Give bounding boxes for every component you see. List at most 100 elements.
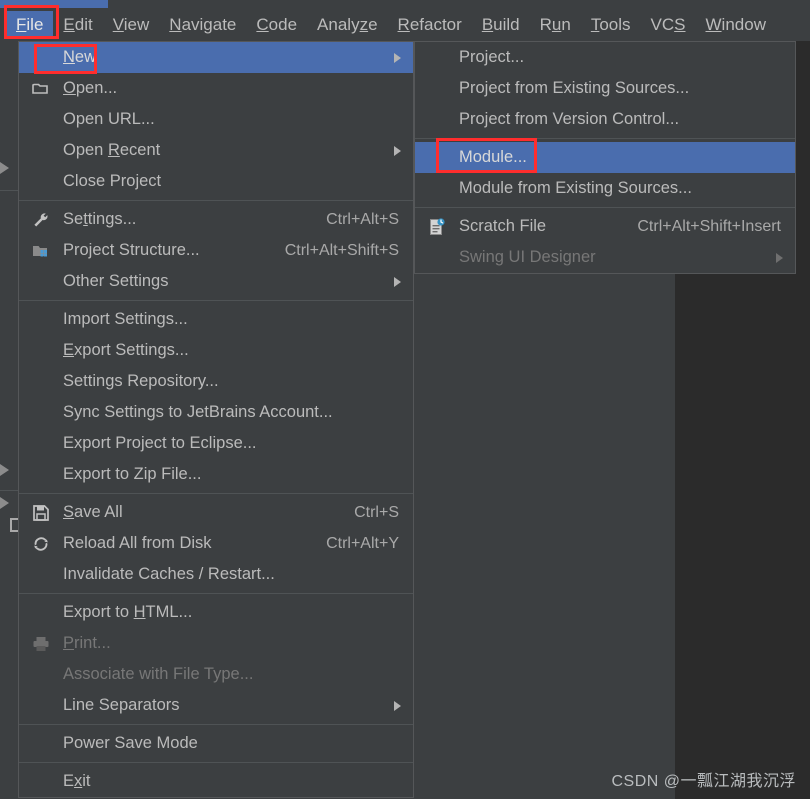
menu-item-shortcut: Ctrl+Alt+Shift+Insert bbox=[637, 217, 781, 235]
menu-item-label: VCS bbox=[650, 14, 686, 34]
menu-item-open[interactable]: Open... bbox=[19, 73, 413, 104]
menubar-item-build[interactable]: Build bbox=[472, 11, 530, 39]
file-menu-popup[interactable]: New Open... Open URL... Open Recent Close Pr… bbox=[18, 41, 414, 798]
menubar-item-refactor[interactable]: Refactor bbox=[388, 11, 472, 39]
menu-item-open-recent[interactable]: Open Recent bbox=[19, 135, 413, 166]
menu-item-label: Associate with File Type... bbox=[63, 665, 254, 683]
menu-item-label: Export to HTML... bbox=[63, 603, 193, 621]
menubar-item-code[interactable]: Code bbox=[246, 11, 307, 39]
menu-item-shortcut: Ctrl+Alt+Y bbox=[326, 534, 399, 552]
menu-separator bbox=[19, 593, 413, 594]
menu-item-label: Module... bbox=[459, 148, 527, 166]
menu-separator bbox=[19, 762, 413, 763]
menu-item-close-project[interactable]: Close Project bbox=[19, 166, 413, 197]
menu-item-shortcut: Ctrl+Alt+Shift+S bbox=[284, 241, 399, 259]
menubar-item-tools[interactable]: Tools bbox=[581, 11, 641, 39]
folder-icon bbox=[31, 79, 51, 99]
menu-item-label: Power Save Mode bbox=[63, 734, 198, 752]
menu-item-shortcut: Ctrl+S bbox=[354, 503, 399, 521]
menubar-item-analyze[interactable]: Analyze bbox=[307, 11, 388, 39]
menu-item-open-url[interactable]: Open URL... bbox=[19, 104, 413, 135]
menu-item-label: Project from Version Control... bbox=[459, 110, 680, 128]
toolbar-strip bbox=[0, 0, 810, 8]
menu-item-project-structure[interactable]: Project Structure... Ctrl+Alt+Shift+S bbox=[19, 235, 413, 266]
menu-item-label: Sync Settings to JetBrains Account... bbox=[63, 403, 333, 421]
menu-item-label: Scratch File bbox=[459, 217, 547, 235]
menu-item-export-to-html[interactable]: Export to HTML... bbox=[19, 597, 413, 628]
menu-separator bbox=[19, 300, 413, 301]
menu-item-label: Swing UI Designer bbox=[459, 248, 596, 266]
menu-item-label: Line Separators bbox=[63, 696, 180, 714]
menu-item-power-save-mode[interactable]: Power Save Mode bbox=[19, 728, 413, 759]
menu-separator bbox=[19, 724, 413, 725]
scratch-file-icon bbox=[427, 217, 447, 237]
ide-window: File Edit View Navigate Code Analyze Refactor B… bbox=[0, 0, 810, 799]
menubar-item-run[interactable]: Run bbox=[530, 11, 581, 39]
new-submenu-popup[interactable]: Project... Project from Existing Sources.… bbox=[414, 41, 796, 274]
menu-item-label: Import Settings... bbox=[63, 310, 188, 328]
menu-item-swing-ui-designer: Swing UI Designer bbox=[415, 242, 795, 273]
menu-item-label: Open URL... bbox=[63, 110, 155, 128]
menu-item-sync-settings-to-jetbrains-account[interactable]: Sync Settings to JetBrains Account... bbox=[19, 397, 413, 428]
menu-item-label: Run bbox=[539, 14, 571, 34]
menu-item-label: Settings... bbox=[63, 210, 137, 228]
menu-item-label: Tools bbox=[590, 14, 631, 34]
menu-item-label: Build bbox=[481, 14, 520, 34]
menubar-item-file[interactable]: File bbox=[6, 10, 54, 39]
menu-item-scratch-file[interactable]: Scratch File Ctrl+Alt+Shift+Insert bbox=[415, 211, 795, 242]
menu-item-label: Export Settings... bbox=[63, 341, 189, 359]
menu-item-label: Export to Zip File... bbox=[63, 465, 202, 483]
menu-item-label: Print... bbox=[63, 634, 111, 652]
menu-item-export-settings[interactable]: Export Settings... bbox=[19, 335, 413, 366]
chevron-right-icon bbox=[394, 52, 401, 63]
menu-item-label: Project Structure... bbox=[63, 241, 200, 259]
menubar-item-vcs[interactable]: VCS bbox=[641, 11, 696, 39]
chevron-right-icon bbox=[776, 252, 783, 263]
menu-item-export-project-to-eclipse[interactable]: Export Project to Eclipse... bbox=[19, 428, 413, 459]
wrench-icon bbox=[31, 210, 51, 230]
menubar-item-navigate[interactable]: Navigate bbox=[159, 11, 246, 39]
menu-item-settings-repository[interactable]: Settings Repository... bbox=[19, 366, 413, 397]
menu-item-print: Print... bbox=[19, 628, 413, 659]
printer-icon bbox=[31, 634, 51, 654]
menu-item-label: Close Project bbox=[63, 172, 162, 190]
menu-item-label: Project... bbox=[459, 48, 525, 66]
menu-separator bbox=[415, 138, 795, 139]
save-icon bbox=[31, 503, 51, 523]
menubar-item-window[interactable]: Window bbox=[696, 11, 776, 39]
menu-item-label: Code bbox=[256, 14, 298, 34]
menu-item-line-separators[interactable]: Line Separators bbox=[19, 690, 413, 721]
menu-item-label: File bbox=[16, 14, 44, 34]
menu-separator bbox=[19, 493, 413, 494]
reload-icon bbox=[31, 534, 51, 554]
menu-item-import-settings[interactable]: Import Settings... bbox=[19, 304, 413, 335]
menubar-item-view[interactable]: View bbox=[103, 11, 160, 39]
menu-item-label: Exit bbox=[63, 772, 91, 790]
menu-item-settings[interactable]: Settings... Ctrl+Alt+S bbox=[19, 204, 413, 235]
menu-item-reload-all-from-disk[interactable]: Reload All from Disk Ctrl+Alt+Y bbox=[19, 528, 413, 559]
menu-item-exit[interactable]: Exit bbox=[19, 766, 413, 797]
menu-item-project-from-existing-sources[interactable]: Project from Existing Sources... bbox=[415, 73, 795, 104]
menu-separator bbox=[415, 207, 795, 208]
menu-item-label: Project from Existing Sources... bbox=[459, 79, 690, 97]
menu-item-other-settings[interactable]: Other Settings bbox=[19, 266, 413, 297]
menu-item-shortcut: Ctrl+Alt+S bbox=[326, 210, 399, 228]
menu-item-module-from-existing-sources[interactable]: Module from Existing Sources... bbox=[415, 173, 795, 204]
menu-item-label: Refactor bbox=[397, 14, 462, 34]
chevron-right-icon bbox=[394, 145, 401, 156]
menubar-item-edit[interactable]: Edit bbox=[53, 11, 102, 39]
menu-item-invalidate-caches-restart[interactable]: Invalidate Caches / Restart... bbox=[19, 559, 413, 590]
menu-item-module[interactable]: Module... bbox=[415, 142, 795, 173]
menu-separator bbox=[19, 200, 413, 201]
menu-item-project[interactable]: Project... bbox=[415, 42, 795, 73]
menu-item-export-to-zip-file[interactable]: Export to Zip File... bbox=[19, 459, 413, 490]
menu-item-label: Settings Repository... bbox=[63, 372, 219, 390]
main-menu-bar[interactable]: File Edit View Navigate Code Analyze Refactor B… bbox=[0, 8, 810, 41]
menu-item-label: Window bbox=[705, 14, 766, 34]
menu-item-label: Open... bbox=[63, 79, 118, 97]
menu-item-project-from-version-control[interactable]: Project from Version Control... bbox=[415, 104, 795, 135]
menu-item-label: Save All bbox=[63, 503, 123, 521]
menu-item-label: Navigate bbox=[169, 14, 237, 34]
menu-item-save-all[interactable]: Save All Ctrl+S bbox=[19, 497, 413, 528]
menu-item-new[interactable]: New bbox=[19, 42, 413, 73]
